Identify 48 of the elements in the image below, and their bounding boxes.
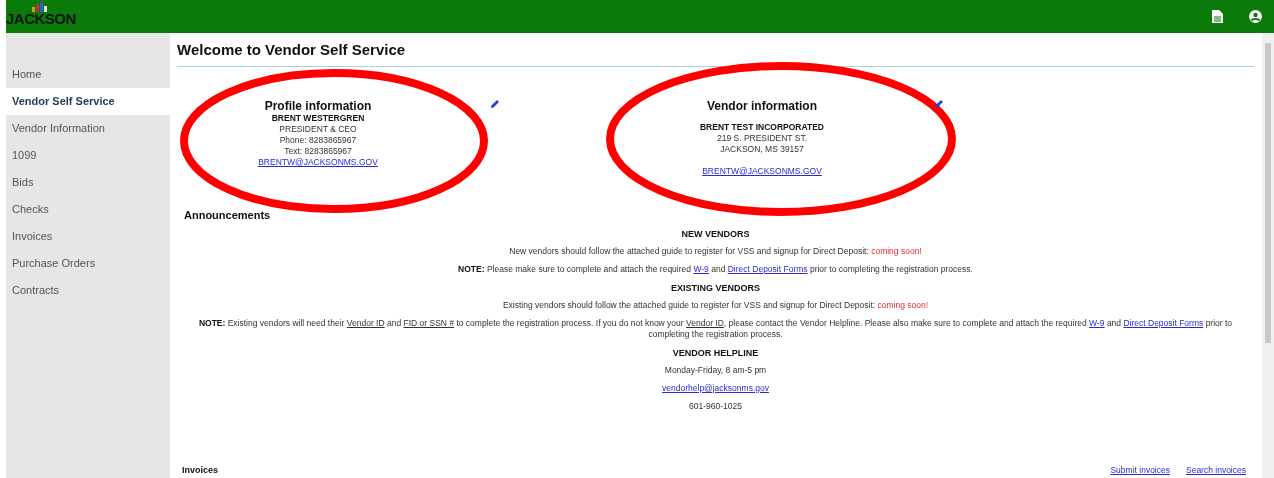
section-title: Announcements	[184, 209, 272, 221]
city-skyline-icon	[30, 1, 50, 12]
term-link[interactable]: Vendor ID	[346, 318, 385, 328]
card-name: BRENT TEST INCORPORATED	[698, 122, 825, 133]
edit-icon[interactable]	[934, 99, 944, 109]
announcement-text: NOTE: Existing vendors will need their Vendor ID and FID or SSN # to complete the registration process. If you do not know your Vendor ID, please contact the Vendor Helpline. Please also make sure to complete and attach the required W-9 and Direct Deposit Forms prior to completing the registration process.	[197, 317, 1234, 341]
announcement-text: Monday-Friday, 8 am-5 pm	[664, 364, 767, 377]
account-icon[interactable]	[1249, 10, 1262, 23]
email-link[interactable]: BRENTW@JACKSONMS.GOV	[617, 166, 907, 177]
announcement-text: NOTE: Please make sure to complete and attach the required W-9 and Direct Deposit Forms prior to completing the registration process.	[458, 263, 973, 276]
sidebar-item[interactable]: Bids	[6, 169, 170, 196]
announcement-heading: EXISTING VENDORS	[671, 282, 760, 295]
announcement-heading: VENDOR HELPLINE	[672, 347, 759, 360]
announcement-text: Existing vendors should follow the attached guide to register for VSS and signup for Direct Deposit: coming soon!	[502, 299, 929, 312]
announcement-text: 601-960-1025	[689, 400, 742, 413]
sidebar-item[interactable]: Checks	[6, 196, 170, 223]
card-title: Profile information	[263, 99, 373, 113]
sidebar-item[interactable]: Vendor Self Service	[6, 88, 170, 115]
section-title: Invoices	[182, 465, 219, 475]
link[interactable]: W-9	[1089, 318, 1105, 328]
invoice-link[interactable]: Submit invoices	[1110, 465, 1170, 475]
announcement-heading: NEW VENDORS	[681, 228, 750, 241]
vendor-info-line: 219 S. PRESIDENT ST.	[715, 133, 809, 144]
document-icon[interactable]	[1212, 10, 1223, 23]
edit-icon[interactable]	[490, 99, 500, 109]
profile-info-line: Phone: 8283865967	[278, 135, 358, 146]
card-name: BRENT WESTERGREN	[270, 113, 366, 124]
link[interactable]: Direct Deposit Forms	[1123, 318, 1204, 328]
announcement-text: New vendors should follow the attached guide to register for VSS and signup for Direct Deposit: coming soon!	[509, 245, 922, 258]
scrollbar[interactable]	[1262, 33, 1274, 478]
sidebar-item[interactable]: Vendor Information	[6, 115, 170, 142]
term-link[interactable]: FID or SSN #	[403, 318, 455, 328]
sidebar-item[interactable]: Purchase Orders	[6, 250, 170, 277]
profile-info-line: PRESIDENT & CEO	[278, 124, 358, 135]
link[interactable]: Direct Deposit Forms	[727, 264, 808, 274]
sidebar-item[interactable]: 1099	[6, 142, 170, 169]
term-link[interactable]: Vendor ID	[686, 318, 724, 328]
sidebar-item[interactable]: Home	[6, 61, 170, 88]
email-link[interactable]: BRENTW@JACKSONMS.GOV	[173, 157, 463, 168]
page-title: Welcome to Vendor Self Service	[177, 41, 1254, 67]
profile-info-line: Text: 8283865967	[283, 146, 353, 157]
link[interactable]: vendorhelp@jacksonms.gov	[662, 383, 769, 393]
sidebar-item[interactable]: Contracts	[6, 277, 170, 304]
sidebar-item[interactable]: Invoices	[6, 223, 170, 250]
link[interactable]: W-9	[693, 264, 709, 274]
invoice-link[interactable]: Search invoices	[1186, 465, 1246, 475]
vendor-info-line: JACKSON, MS 39157	[719, 144, 805, 155]
card-title: Vendor information	[706, 99, 818, 113]
